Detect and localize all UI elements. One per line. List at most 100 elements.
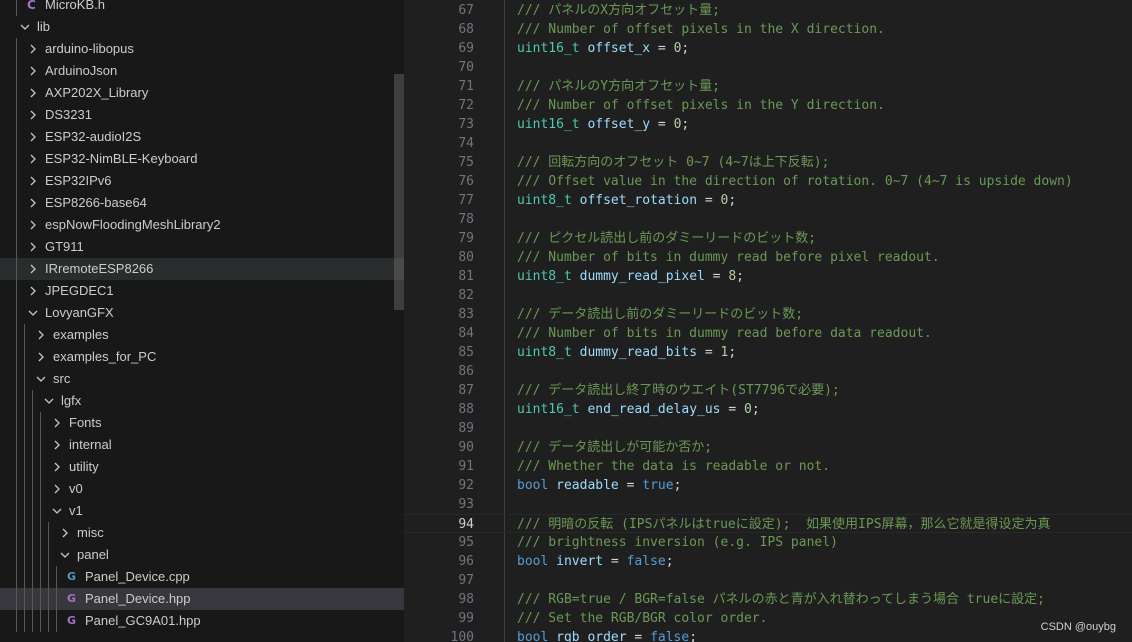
code-line[interactable]: 98 /// RGB=true / BGR=false パネルの赤と青が入れ替わっ… (404, 590, 1132, 609)
tree-folder[interactable]: v0 (0, 478, 404, 500)
chevron-right-icon[interactable] (27, 219, 39, 231)
tree-folder[interactable]: LovyanGFX (0, 302, 404, 324)
tree-folder[interactable]: Fonts (0, 412, 404, 434)
code-editor[interactable]: 67 /// パネルのX方向オフセット量; 68 /// Number of offs… (404, 0, 1132, 642)
tree-file[interactable]: G Panel_Device.cpp (0, 566, 404, 588)
explorer-scrollbar-thumb[interactable] (394, 74, 404, 310)
c-icon: C (27, 0, 36, 12)
chevron-right-icon[interactable] (51, 483, 63, 495)
code-line[interactable]: 89 (404, 419, 1132, 438)
tree-item-label: espNowFloodingMeshLibrary2 (45, 217, 221, 232)
chevron-right-icon[interactable] (27, 43, 39, 55)
tree-folder[interactable]: lib (0, 16, 404, 38)
code-line[interactable]: 69 uint16_t offset_x = 0; (404, 39, 1132, 58)
code-line[interactable]: 76 /// Offset value in the direction of r… (404, 172, 1132, 191)
tree-folder[interactable]: ESP32IPv6 (0, 170, 404, 192)
chevron-right-icon[interactable] (35, 351, 47, 363)
chevron-right-icon[interactable] (35, 329, 47, 341)
code-line[interactable]: 100 bool rgb_order = false; (404, 628, 1132, 642)
code-line[interactable]: 99 /// Set the RGB/BGR color order. (404, 609, 1132, 628)
chevron-down-icon[interactable] (59, 549, 71, 561)
tree-folder[interactable]: arduino-libopus (0, 38, 404, 60)
chevron-right-icon[interactable] (27, 175, 39, 187)
code-line[interactable]: 83 /// データ読出し前のダミーリードのビット数; (404, 305, 1132, 324)
code-line[interactable]: 73 uint16_t offset_y = 0; (404, 115, 1132, 134)
chevron-down-icon[interactable] (51, 505, 63, 517)
tree-file[interactable]: G Panel_GC9A01.hpp (0, 610, 404, 632)
tree-folder[interactable]: panel (0, 544, 404, 566)
line-number: 82 (458, 288, 474, 303)
tree-folder[interactable]: GT911 (0, 236, 404, 258)
code-line[interactable]: 88 uint16_t end_read_delay_us = 0; (404, 400, 1132, 419)
code-line[interactable]: 95 /// brightness inversion (e.g. IPS pan… (404, 533, 1132, 552)
code-line[interactable]: 96 bool invert = false; (404, 552, 1132, 571)
chevron-right-icon[interactable] (27, 263, 39, 275)
code-token: /// Number of bits in dummy read before … (517, 250, 940, 265)
code-line[interactable]: 92 bool readable = true; (404, 476, 1132, 495)
code-line[interactable]: 97 (404, 571, 1132, 590)
code-line[interactable]: 78 (404, 210, 1132, 229)
tree-folder[interactable]: JPEGDEC1 (0, 280, 404, 302)
tree-folder[interactable]: AXP202X_Library (0, 82, 404, 104)
tree-folder[interactable]: src (0, 368, 404, 390)
chevron-right-icon[interactable] (27, 87, 39, 99)
code-line[interactable]: 75 /// 回転方向のオフセット 0~7 (4~7は上下反転); (404, 153, 1132, 172)
code-line[interactable]: 67 /// パネルのX方向オフセット量; (404, 1, 1132, 20)
tree-folder[interactable]: IRremoteESP8266 (0, 258, 404, 280)
code-line[interactable]: 79 /// ピクセル読出し前のダミーリードのビット数; (404, 229, 1132, 248)
tree-folder[interactable]: ESP32-NimBLE-Keyboard (0, 148, 404, 170)
chevron-right-icon[interactable] (27, 241, 39, 253)
tree-file[interactable]: C MicroKB.h (0, 0, 404, 16)
code-line[interactable]: 93 (404, 495, 1132, 514)
chevron-down-icon[interactable] (35, 373, 47, 385)
tree-file[interactable]: G Panel_Device.hpp (0, 588, 404, 610)
code-line[interactable]: 86 (404, 362, 1132, 381)
code-token: = (720, 402, 744, 417)
chevron-down-icon[interactable] (27, 307, 39, 319)
tree-folder[interactable]: examples (0, 324, 404, 346)
code-line[interactable]: 87 /// データ読出し終了時のウエイト(ST7796で必要); (404, 381, 1132, 400)
chevron-right-icon[interactable] (27, 197, 39, 209)
code-line[interactable]: 85 uint8_t dummy_read_bits = 1; (404, 343, 1132, 362)
chevron-down-icon[interactable] (19, 21, 31, 33)
tree-folder[interactable]: ArduinoJson (0, 60, 404, 82)
code-line[interactable]: 94 /// 明暗の反転 (IPSパネルはtrueに設定); 如果使用IPS屏幕，… (404, 514, 1132, 533)
code-line[interactable]: 70 (404, 58, 1132, 77)
code-line[interactable]: 81 uint8_t dummy_read_pixel = 8; (404, 267, 1132, 286)
chevron-down-icon[interactable] (43, 395, 55, 407)
tree-folder[interactable]: utility (0, 456, 404, 478)
chevron-right-icon[interactable] (51, 417, 63, 429)
tree-folder[interactable]: internal (0, 434, 404, 456)
code-line[interactable]: 72 /// Number of offset pixels in the Y d… (404, 96, 1132, 115)
code-line[interactable]: 91 /// Whether the data is readable or no… (404, 457, 1132, 476)
tree-folder[interactable]: lgfx (0, 390, 404, 412)
tree-item-label: ESP8266-base64 (45, 195, 147, 210)
code-line[interactable]: 68 /// Number of offset pixels in the X d… (404, 20, 1132, 39)
tree-folder[interactable]: DS3231 (0, 104, 404, 126)
tree-folder[interactable]: ESP32-audioI2S (0, 126, 404, 148)
code-line[interactable]: 71 /// パネルのY方向オフセット量; (404, 77, 1132, 96)
tree-folder[interactable]: v1 (0, 500, 404, 522)
chevron-right-icon[interactable] (27, 153, 39, 165)
code-text: /// Number of offset pixels in the Y dir… (517, 96, 885, 115)
code-line[interactable]: 84 /// Number of bits in dummy read befor… (404, 324, 1132, 343)
chevron-right-icon[interactable] (59, 527, 71, 539)
chevron-right-icon[interactable] (27, 285, 39, 297)
chevron-right-icon[interactable] (51, 439, 63, 451)
code-line[interactable]: 80 /// Number of bits in dummy read befor… (404, 248, 1132, 267)
code-line[interactable]: 77 uint8_t offset_rotation = 0; (404, 191, 1132, 210)
code-line[interactable]: 82 (404, 286, 1132, 305)
chevron-right-icon[interactable] (27, 109, 39, 121)
code-line[interactable]: 74 (404, 134, 1132, 153)
tree-folder[interactable]: ESP8266-base64 (0, 192, 404, 214)
tree-folder[interactable]: espNowFloodingMeshLibrary2 (0, 214, 404, 236)
chevron-right-icon[interactable] (51, 461, 63, 473)
tree-folder[interactable]: examples_for_PC (0, 346, 404, 368)
code-line[interactable]: 90 /// データ読出しが可能か否か; (404, 438, 1132, 457)
chevron-right-icon[interactable] (27, 65, 39, 77)
code-token: offset_x (587, 41, 651, 56)
tree-folder[interactable]: misc (0, 522, 404, 544)
tree-item-label: ESP32-audioI2S (45, 129, 142, 144)
chevron-right-icon[interactable] (27, 131, 39, 143)
